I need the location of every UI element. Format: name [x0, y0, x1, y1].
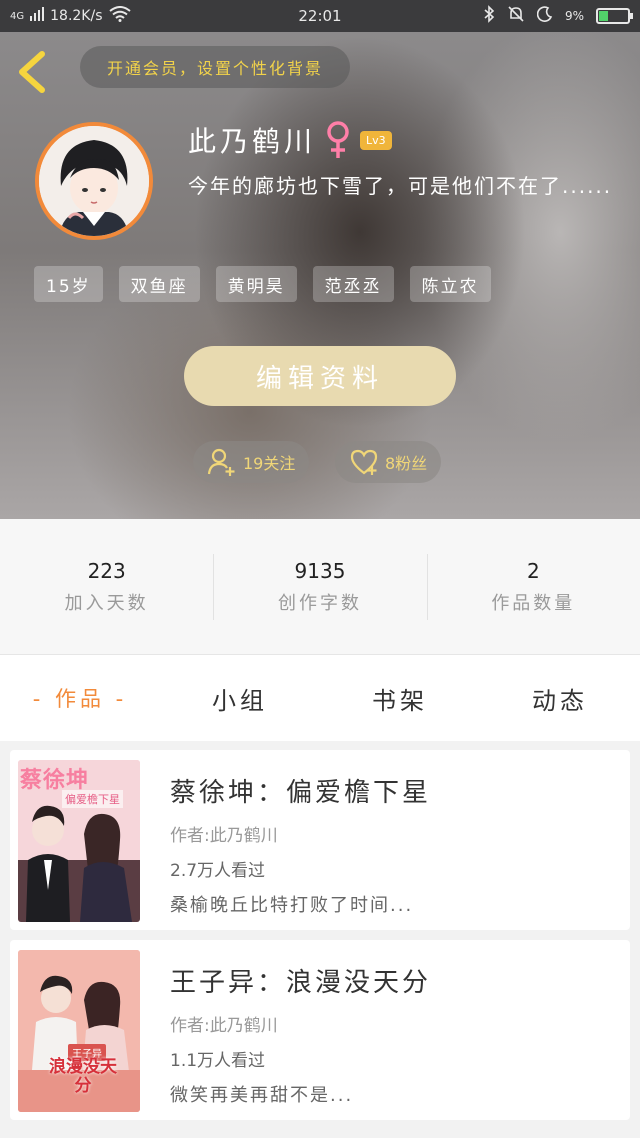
stat-work-count: 2 作品数量	[426, 552, 640, 622]
work-title[interactable]: 蔡徐坤：偏爱檐下星	[170, 772, 431, 809]
tab-groups[interactable]: 小组	[160, 681, 320, 716]
profile-tags: 15岁 双鱼座 黄明昊 范丞丞 陈立农	[34, 266, 491, 302]
profile-signature: 今年的廊坊也下雪了，可是他们不在了......	[188, 174, 613, 198]
bluetooth-icon	[483, 5, 495, 27]
female-icon	[327, 121, 349, 158]
vip-banner-button[interactable]: 开通会员，设置个性化背景	[80, 46, 350, 88]
avatar[interactable]	[35, 122, 153, 240]
battery-percent: 9%	[564, 9, 584, 23]
work-description: 桑榆晚丘比特打败了时间...	[170, 895, 414, 916]
stat-label: 作品数量	[491, 592, 576, 614]
following-label: 19关注	[243, 454, 296, 473]
work-card[interactable]: 王子异 浪漫没天分 王子异：浪漫没天分 作者:此乃鹤川 1.1万人看过 微笑再美…	[10, 940, 630, 1120]
work-author: 作者:此乃鹤川	[170, 1016, 278, 1036]
level-badge: Lv3	[360, 130, 392, 150]
battery-icon	[596, 8, 633, 24]
tab-bookshelf[interactable]: 书架	[320, 681, 480, 716]
network-indicator: 4G	[10, 10, 25, 22]
tab-activity[interactable]: 动态	[480, 681, 640, 716]
profile-header: 开通会员，设置个性化背景 此乃鹤川 Lv3 今年的廊坊也下雪了，可是他们不在了.…	[0, 32, 640, 519]
stat-join-days: 223 加入天数	[0, 552, 213, 622]
add-user-icon	[207, 448, 235, 476]
work-title[interactable]: 王子异：浪漫没天分	[170, 962, 431, 999]
profile-name: 此乃鹤川	[188, 125, 317, 158]
bell-off-icon	[507, 5, 525, 27]
fans-button[interactable]: 8粉丝	[335, 441, 442, 483]
stat-value: 223	[87, 558, 126, 583]
wifi-icon	[108, 6, 131, 26]
stat-label: 创作字数	[277, 592, 362, 614]
network-speed: 18.2K/s	[50, 8, 103, 24]
stat-value: 9135	[294, 558, 346, 583]
work-views: 2.7万人看过	[170, 861, 266, 881]
fans-label: 8粉丝	[385, 454, 428, 473]
status-bar: 4G 18.2K/s 22:01 9%	[0, 0, 640, 32]
works-list: 蔡徐坤 偏爱檐下星 蔡徐坤：偏爱檐下星 作者:此乃鹤川 2.7万人看过 桑榆晚丘…	[10, 750, 630, 1130]
back-button[interactable]	[14, 50, 52, 94]
profile-tag: 15岁	[34, 266, 103, 302]
tab-bar: - 作品 - 小组 书架 动态	[0, 655, 640, 741]
stat-label: 加入天数	[64, 592, 149, 614]
cover-title: 浪漫没天分	[49, 1057, 117, 1096]
work-cover[interactable]: 王子异 浪漫没天分	[18, 950, 140, 1112]
cover-subtitle: 偏爱檐下星	[62, 790, 123, 808]
stat-value: 2	[526, 558, 540, 583]
moon-icon	[536, 6, 553, 26]
work-author: 作者:此乃鹤川	[170, 826, 278, 846]
signal-icon	[30, 7, 45, 25]
back-arrow-icon	[19, 51, 45, 93]
work-cover[interactable]: 蔡徐坤 偏爱檐下星	[18, 760, 140, 922]
work-description: 微笑再美再甜不是...	[170, 1085, 354, 1106]
tab-works[interactable]: - 作品 -	[0, 683, 160, 713]
work-views: 1.1万人看过	[170, 1051, 266, 1071]
stats-bar: 223 加入天数 9135 创作字数 2 作品数量	[0, 519, 640, 655]
profile-tag: 范丞丞	[312, 266, 394, 302]
stat-word-count: 9135 创作字数	[213, 552, 426, 622]
following-button[interactable]: 19关注	[193, 441, 310, 483]
work-card[interactable]: 蔡徐坤 偏爱檐下星 蔡徐坤：偏爱檐下星 作者:此乃鹤川 2.7万人看过 桑榆晚丘…	[10, 750, 630, 930]
heart-icon	[350, 449, 378, 475]
profile-tag: 黄明昊	[215, 266, 297, 302]
profile-tag: 双鱼座	[118, 266, 200, 302]
edit-profile-button[interactable]: 编辑资料	[184, 346, 456, 406]
avatar-illustration	[39, 126, 149, 236]
profile-tag: 陈立农	[409, 266, 491, 302]
